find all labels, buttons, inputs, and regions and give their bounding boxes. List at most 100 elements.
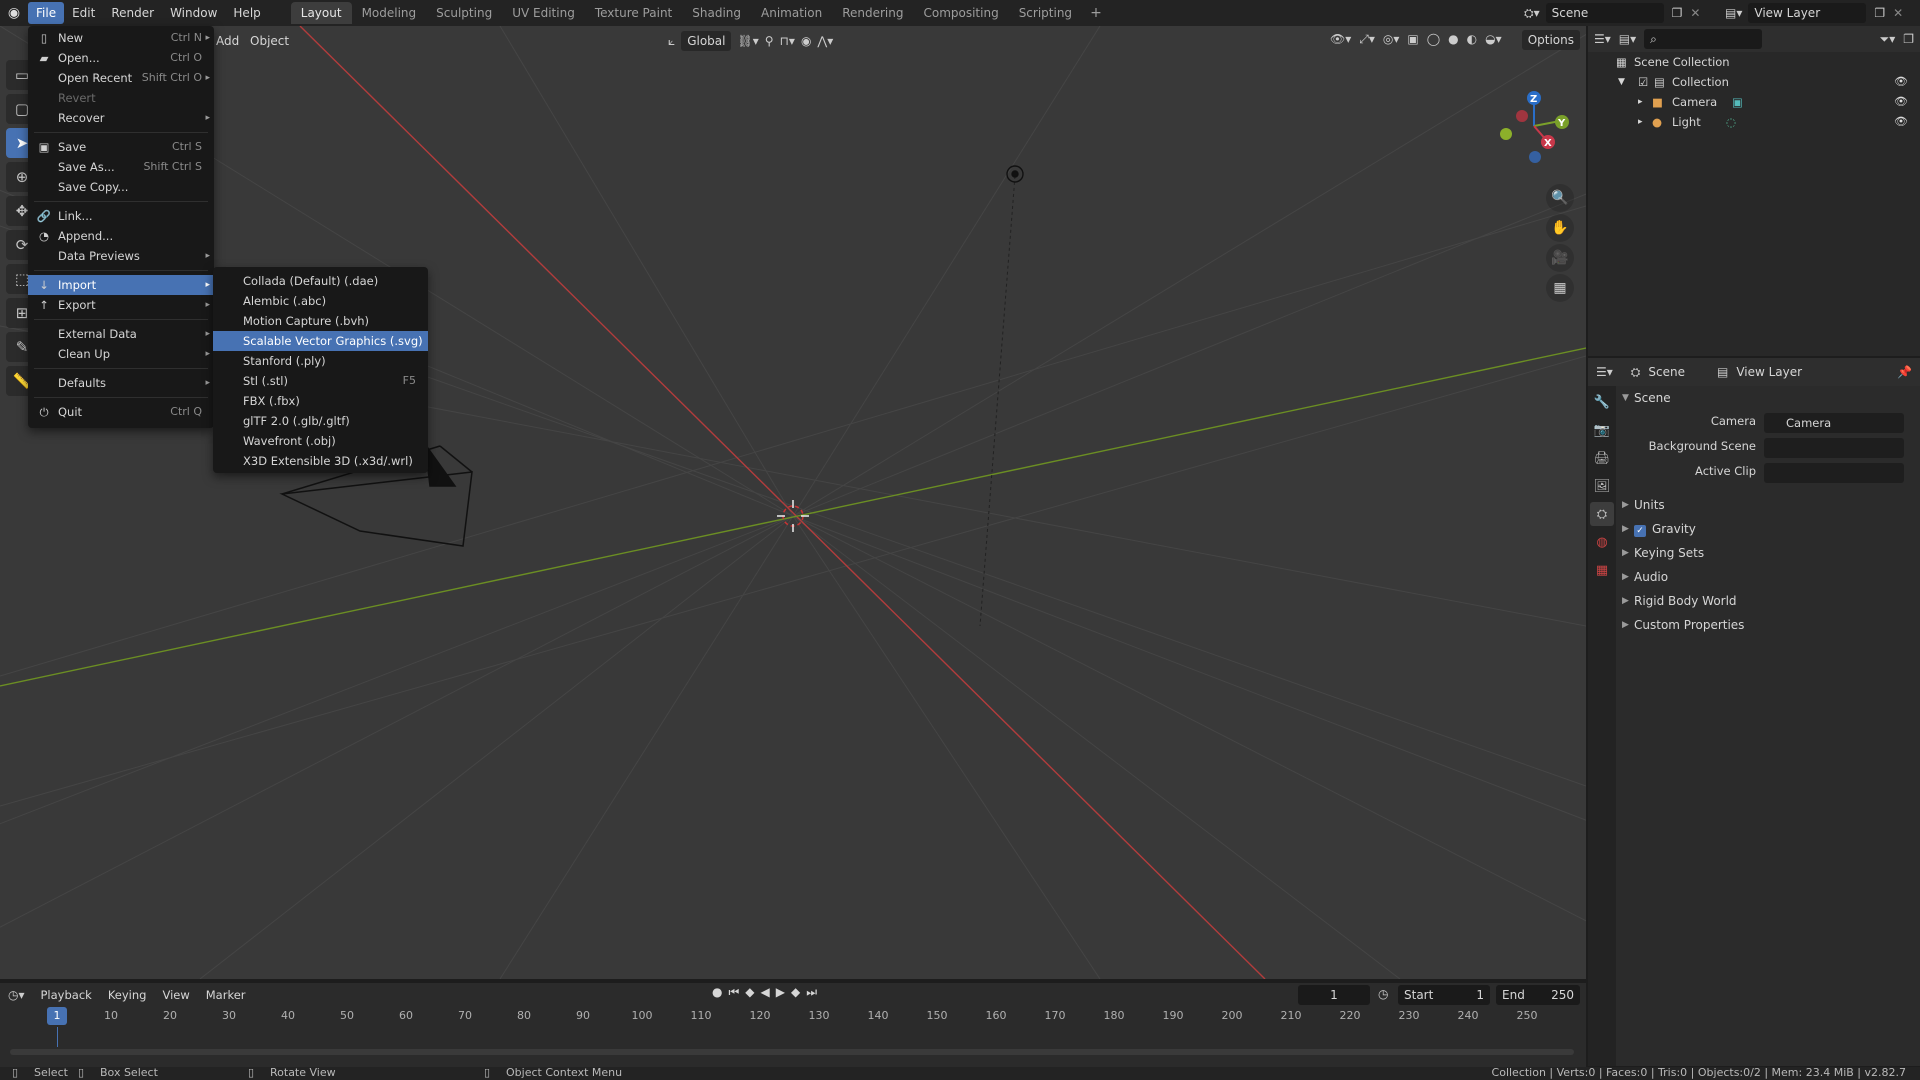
menu-item-open[interactable]: ▰ Open... Ctrl O: [28, 48, 214, 68]
menu-item-export[interactable]: ↑ Export ▸: [28, 295, 214, 315]
timeline-scrollbar[interactable]: [10, 1049, 1574, 1055]
menu-item-link[interactable]: 🔗 Link...: [28, 206, 214, 226]
tab-rendering[interactable]: Rendering: [832, 2, 913, 24]
editor-type-icon[interactable]: ☰▾: [1594, 32, 1611, 46]
output-tab-icon[interactable]: 🖨: [1590, 446, 1614, 470]
menu-item-clean-up[interactable]: Clean Up ▸: [28, 344, 214, 364]
snap-target-icon[interactable]: ⊓▾: [780, 34, 795, 48]
import-gltf[interactable]: glTF 2.0 (.glb/.gltf): [213, 411, 428, 431]
tab-scripting[interactable]: Scripting: [1009, 2, 1082, 24]
menu-item-data-previews[interactable]: Data Previews ▸: [28, 246, 214, 266]
menu-edit[interactable]: Edit: [64, 2, 103, 24]
scene-tab-icon[interactable]: ⛭: [1590, 502, 1614, 526]
scene-selector[interactable]: ⛭▾ Scene ❐ ✕: [1524, 2, 1720, 24]
outliner-row-light[interactable]: ▸ ● Light ◌ 👁: [1588, 112, 1920, 132]
record-icon[interactable]: ●: [712, 985, 722, 1000]
menu-file[interactable]: File: [28, 2, 65, 24]
tab-modeling[interactable]: Modeling: [352, 2, 427, 24]
falloff-icon[interactable]: ⋀▾: [817, 34, 833, 48]
jump-end-icon[interactable]: ⏭: [806, 985, 817, 1000]
import-alembic[interactable]: Alembic (.abc): [213, 291, 428, 311]
new-view-layer-icon[interactable]: ❐: [1874, 6, 1885, 20]
material-shading-icon[interactable]: ◐: [1467, 32, 1477, 47]
timeline-menu-playback[interactable]: Playback: [33, 988, 100, 1002]
playhead[interactable]: 1: [47, 1007, 67, 1025]
wireframe-shading-icon[interactable]: ◯: [1427, 32, 1440, 47]
panel-audio[interactable]: ▶ Audio: [1618, 565, 1920, 589]
menu-item-external-data[interactable]: External Data ▸: [28, 324, 214, 344]
snap-icon[interactable]: ⚲: [765, 34, 774, 48]
play-icon[interactable]: ▶: [776, 985, 785, 1000]
zoom-icon[interactable]: 🔍: [1546, 184, 1574, 212]
display-mode-icon[interactable]: ▤▾: [1619, 32, 1636, 46]
blender-logo-icon[interactable]: ◉: [0, 0, 28, 26]
light-data-icon[interactable]: ◌: [1726, 112, 1736, 132]
tab-animation[interactable]: Animation: [751, 2, 832, 24]
viewport-menu-object[interactable]: Object: [244, 31, 295, 51]
tab-compositing[interactable]: Compositing: [913, 2, 1008, 24]
current-frame-field[interactable]: 1: [1298, 985, 1370, 1005]
menu-item-quit[interactable]: ⏻ Quit Ctrl Q: [28, 402, 214, 422]
new-collection-icon[interactable]: ❐: [1903, 32, 1914, 46]
scene-name-field[interactable]: Scene: [1545, 3, 1664, 23]
expand-arrow-icon[interactable]: ▼: [1618, 72, 1625, 92]
outliner-search-input[interactable]: ⌕: [1644, 29, 1763, 49]
gizmo-toggle-icon[interactable]: ⤢▾: [1359, 32, 1375, 47]
pin-icon[interactable]: 📌: [1897, 365, 1912, 379]
render-tab-icon[interactable]: 📷: [1590, 418, 1614, 442]
menu-item-recover[interactable]: Recover ▸: [28, 108, 214, 128]
properties-scene-label[interactable]: Scene: [1648, 365, 1685, 379]
properties-view-layer-label[interactable]: View Layer: [1736, 365, 1802, 379]
timeline-menu-keying[interactable]: Keying: [100, 988, 155, 1002]
menu-item-save[interactable]: ▣ Save Ctrl S: [28, 137, 214, 157]
tab-uv-editing[interactable]: UV Editing: [502, 2, 585, 24]
import-stl[interactable]: Stl (.stl) F5: [213, 371, 428, 391]
import-x3d[interactable]: X3D Extensible 3D (.x3d/.wrl): [213, 451, 428, 471]
tab-layout[interactable]: Layout: [290, 2, 352, 24]
view-layer-tab-icon[interactable]: 🖼: [1590, 474, 1614, 498]
end-frame-field[interactable]: End 250: [1496, 985, 1580, 1005]
add-workspace-icon[interactable]: +: [1082, 5, 1110, 21]
camera-data-icon[interactable]: ▣: [1732, 92, 1743, 112]
menu-item-new[interactable]: ▯ New Ctrl N ▸: [28, 28, 214, 48]
editor-type-icon[interactable]: ☰▾: [1596, 365, 1613, 379]
proportional-edit-icon[interactable]: ◉: [801, 34, 811, 48]
delete-view-layer-icon[interactable]: ✕: [1893, 6, 1903, 20]
active-clip-field[interactable]: [1764, 463, 1904, 483]
timeline-menu-marker[interactable]: Marker: [198, 988, 254, 1002]
prev-keyframe-icon[interactable]: ◆: [745, 985, 754, 1000]
tool-tab-icon[interactable]: 🔧: [1590, 390, 1614, 414]
outliner-row-scene-collection[interactable]: ▦ Scene Collection: [1588, 52, 1920, 72]
view-layer-name-field[interactable]: View Layer: [1748, 3, 1867, 23]
texture-tab-icon[interactable]: ▦: [1590, 558, 1614, 582]
expand-arrow-icon[interactable]: ▸: [1638, 92, 1643, 112]
start-frame-field[interactable]: Start 1: [1398, 985, 1490, 1005]
import-ply[interactable]: Stanford (.ply): [213, 351, 428, 371]
viewport-menu-add[interactable]: Add: [210, 31, 245, 51]
outliner-row-collection[interactable]: ▼ ☑ ▤ Collection 👁: [1588, 72, 1920, 92]
panel-scene[interactable]: ▼ Scene: [1618, 386, 1920, 410]
import-svg[interactable]: Scalable Vector Graphics (.svg): [213, 331, 428, 351]
rendered-shading-icon[interactable]: ◒▾: [1485, 32, 1502, 47]
solid-shading-icon[interactable]: ●: [1448, 32, 1458, 47]
panel-rigid-body-world[interactable]: ▶ Rigid Body World: [1618, 589, 1920, 613]
menu-item-defaults[interactable]: Defaults ▸: [28, 373, 214, 393]
import-fbx[interactable]: FBX (.fbx): [213, 391, 428, 411]
menu-item-save-as[interactable]: Save As... Shift Ctrl S: [28, 157, 214, 177]
ortho-grid-icon[interactable]: ▦: [1546, 274, 1574, 302]
tab-sculpting[interactable]: Sculpting: [426, 2, 502, 24]
gravity-checkbox[interactable]: ✓: [1634, 525, 1646, 537]
eye-icon[interactable]: 👁: [1894, 112, 1908, 132]
background-scene-field[interactable]: [1764, 438, 1904, 458]
camera-field[interactable]: Camera: [1764, 413, 1904, 433]
xray-icon[interactable]: ▣: [1407, 32, 1418, 47]
panel-units[interactable]: ▶ Units: [1618, 493, 1920, 517]
menu-help[interactable]: Help: [225, 2, 268, 24]
menu-render[interactable]: Render: [103, 2, 162, 24]
new-scene-icon[interactable]: ❐: [1672, 6, 1683, 20]
menu-item-append[interactable]: ◔ Append...: [28, 226, 214, 246]
import-bvh[interactable]: Motion Capture (.bvh): [213, 311, 428, 331]
preview-range-icon[interactable]: ◷: [1378, 987, 1388, 1001]
tab-texture-paint[interactable]: Texture Paint: [585, 2, 682, 24]
overlays-icon[interactable]: ◎▾: [1383, 32, 1400, 47]
